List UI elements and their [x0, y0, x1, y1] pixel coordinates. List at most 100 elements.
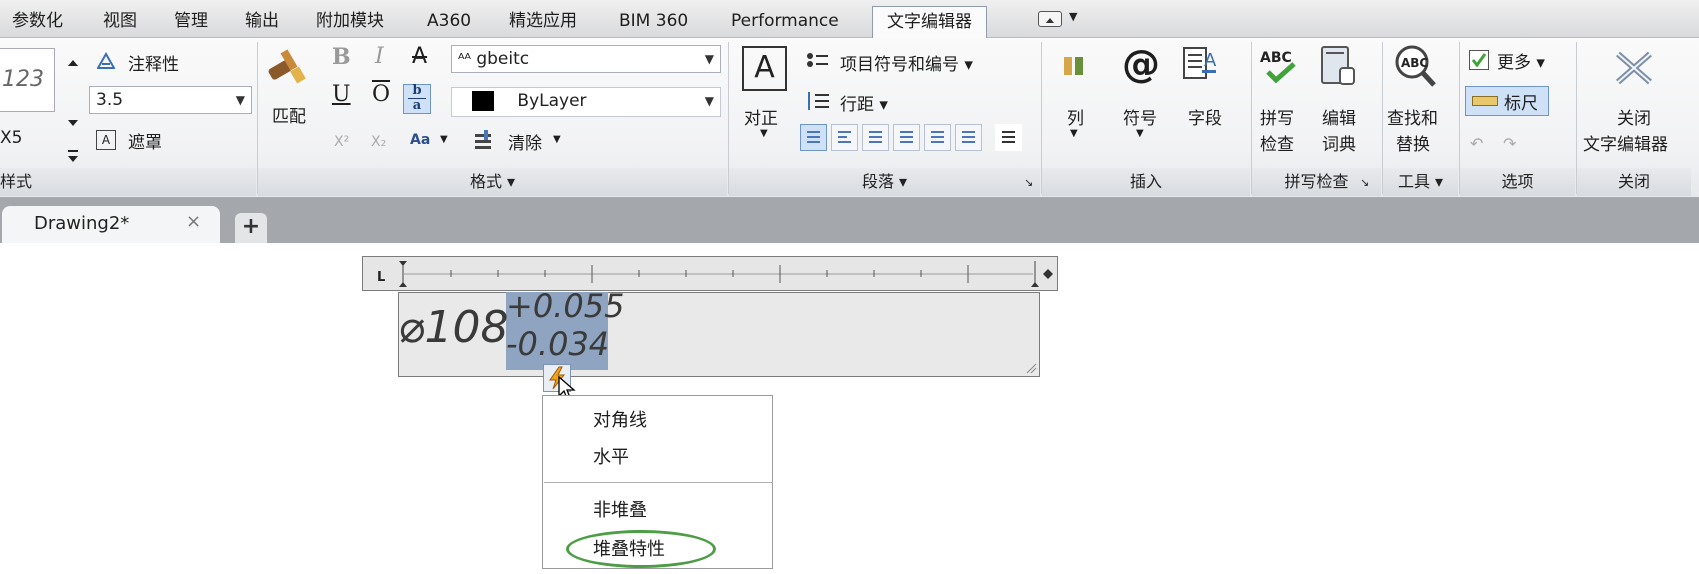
style-scroll-arrows-icon [68, 60, 78, 162]
close-editor-label-line1[interactable]: 关闭 [1617, 104, 1651, 129]
change-case-button[interactable]: Aa [410, 132, 430, 148]
mask-label[interactable]: 遮罩 [128, 128, 162, 153]
color-value: ByLayer [517, 91, 587, 111]
paragraph-panel-title[interactable]: 段落 ▾ [729, 168, 1040, 196]
edit-dictionary-label-line1[interactable]: 编辑 [1322, 104, 1356, 129]
italic-button[interactable]: I [375, 44, 384, 69]
ruler-icon [1472, 96, 1498, 106]
line-spacing-label[interactable]: 行距 ▾ [840, 90, 888, 115]
stack-bottom-glyph: a [412, 98, 422, 113]
svg-text:ABC: ABC [1401, 56, 1428, 70]
paintbrush-icon[interactable] [265, 44, 309, 88]
columns-arrow-icon[interactable]: ▼ [1070, 128, 1078, 139]
align-right-button[interactable] [893, 124, 920, 151]
menu-separator [544, 482, 773, 483]
match-label[interactable]: 匹配 [272, 102, 306, 127]
annotative-label[interactable]: 注释性 [128, 50, 179, 75]
subscript-button[interactable]: X₂ [371, 134, 386, 150]
tab-bim360[interactable]: BIM 360 [619, 6, 688, 36]
tab-parametric[interactable]: 参数化 [12, 6, 63, 36]
upper-tolerance-text[interactable]: +0.055 [506, 287, 624, 325]
style-panel-title: 样式 [0, 168, 256, 196]
tab-output[interactable]: 输出 [245, 6, 279, 36]
font-combo[interactable]: ᴬᴬ gbeitc ▼ [451, 45, 721, 73]
ribbon-options-arrow-icon[interactable]: ▼ [1069, 10, 1077, 23]
annotative-icon [96, 50, 116, 72]
ruler-toggle-button[interactable]: 标尺 [1465, 86, 1549, 116]
style-name-label: X5 [0, 128, 23, 148]
diameter-text[interactable]: ⌀108 [398, 302, 508, 353]
line-spacing-icon [805, 90, 831, 112]
format-panel-title[interactable]: 格式 ▾ [258, 168, 727, 196]
tab-manage[interactable]: 管理 [174, 6, 208, 36]
spell-check-label-line2[interactable]: 检查 [1260, 130, 1294, 155]
symbol-icon[interactable]: @ [1122, 42, 1160, 86]
close-editor-icon[interactable] [1612, 50, 1656, 86]
text-height-combo[interactable]: 3.5 ▼ [89, 86, 252, 114]
tab-addins[interactable]: 附加模块 [316, 6, 384, 36]
clear-label[interactable]: 清除 [508, 129, 542, 154]
find-replace-label-line1[interactable]: 查找和 [1387, 104, 1438, 129]
more-label[interactable]: 更多 ▾ [1497, 48, 1545, 73]
superscript-button[interactable]: X² [334, 134, 349, 150]
bold-button[interactable]: B [332, 44, 351, 70]
document-tab-drawing2[interactable]: Drawing2* × [2, 206, 220, 243]
overline-button[interactable]: O [372, 82, 390, 107]
color-combo[interactable]: ByLayer ▼ [451, 87, 721, 117]
tab-view[interactable]: 视图 [103, 6, 137, 36]
columns-label[interactable]: 列 [1067, 104, 1084, 129]
case-arrow-icon[interactable]: ▼ [440, 134, 448, 145]
menu-item-horizontal[interactable]: 水平 [593, 443, 629, 469]
color-swatch [472, 91, 494, 111]
redo-icon[interactable]: ↷ [1503, 134, 1516, 153]
close-icon[interactable]: × [186, 211, 201, 232]
tab-a360[interactable]: A360 [427, 6, 471, 36]
resize-grip-icon[interactable] [1025, 362, 1037, 374]
justify-icon[interactable]: A [742, 46, 787, 91]
tab-text-editor[interactable]: 文字编辑器 [872, 6, 987, 39]
tools-panel-title[interactable]: 工具 ▾ [1383, 168, 1458, 196]
clear-format-icon [472, 128, 496, 154]
columns-icon[interactable] [1062, 54, 1086, 78]
clear-arrow-icon[interactable]: ▼ [553, 134, 561, 145]
justify-text-button[interactable] [924, 124, 951, 151]
dialog-launcher-icon[interactable]: ↘ [1024, 176, 1033, 189]
text-style-preview[interactable]: 123 [0, 48, 55, 112]
dialog-launcher-icon[interactable]: ↘ [1360, 176, 1369, 189]
spell-check-icon[interactable]: ABC [1258, 46, 1302, 86]
find-replace-icon[interactable]: ABC [1390, 42, 1440, 90]
stack-button[interactable]: b a [403, 84, 431, 114]
text-ruler[interactable]: L [362, 256, 1058, 291]
dictionary-icon[interactable] [1318, 44, 1358, 90]
menu-item-diagonal[interactable]: 对角线 [593, 406, 647, 432]
tab-performance[interactable]: Performance [731, 6, 839, 36]
justify-label[interactable]: 对正 [744, 104, 778, 129]
underline-button[interactable]: U [332, 82, 351, 107]
menu-item-unstack[interactable]: 非堆叠 [593, 496, 647, 522]
paragraph-default-button[interactable] [800, 124, 827, 151]
ribbon-minimize-button[interactable] [1038, 11, 1062, 27]
field-label[interactable]: 字段 [1188, 104, 1222, 129]
style-scroll[interactable] [63, 50, 83, 168]
align-left-button[interactable] [831, 124, 858, 151]
edit-dictionary-label-line2[interactable]: 词典 [1322, 130, 1356, 155]
symbol-label[interactable]: 符号 [1123, 104, 1157, 129]
insert-panel-title: 插入 [1042, 168, 1250, 196]
find-replace-label-line2[interactable]: 替换 [1396, 130, 1430, 155]
distribute-button[interactable] [955, 124, 982, 151]
field-icon[interactable]: A [1182, 44, 1218, 84]
close-editor-label-line2[interactable]: 文字编辑器 [1583, 130, 1668, 155]
justify-arrow-icon[interactable]: ▼ [760, 128, 768, 139]
spell-check-label-line1[interactable]: 拼写 [1260, 104, 1294, 129]
bullets-label[interactable]: 项目符号和编号 ▾ [840, 50, 973, 75]
style-preview-text: 123 [2, 67, 44, 92]
undo-icon[interactable]: ↶ [1470, 134, 1483, 153]
strikethrough-button[interactable]: A [412, 44, 427, 69]
symbol-arrow-icon[interactable]: ▼ [1136, 128, 1144, 139]
stack-top-glyph: b [412, 83, 422, 98]
paragraph-settings-button[interactable] [995, 124, 1022, 151]
lower-tolerance-text[interactable]: -0.034 [506, 325, 609, 363]
tab-featured-apps[interactable]: 精选应用 [509, 6, 577, 36]
align-center-button[interactable] [862, 124, 889, 151]
new-tab-button[interactable]: + [235, 213, 267, 243]
